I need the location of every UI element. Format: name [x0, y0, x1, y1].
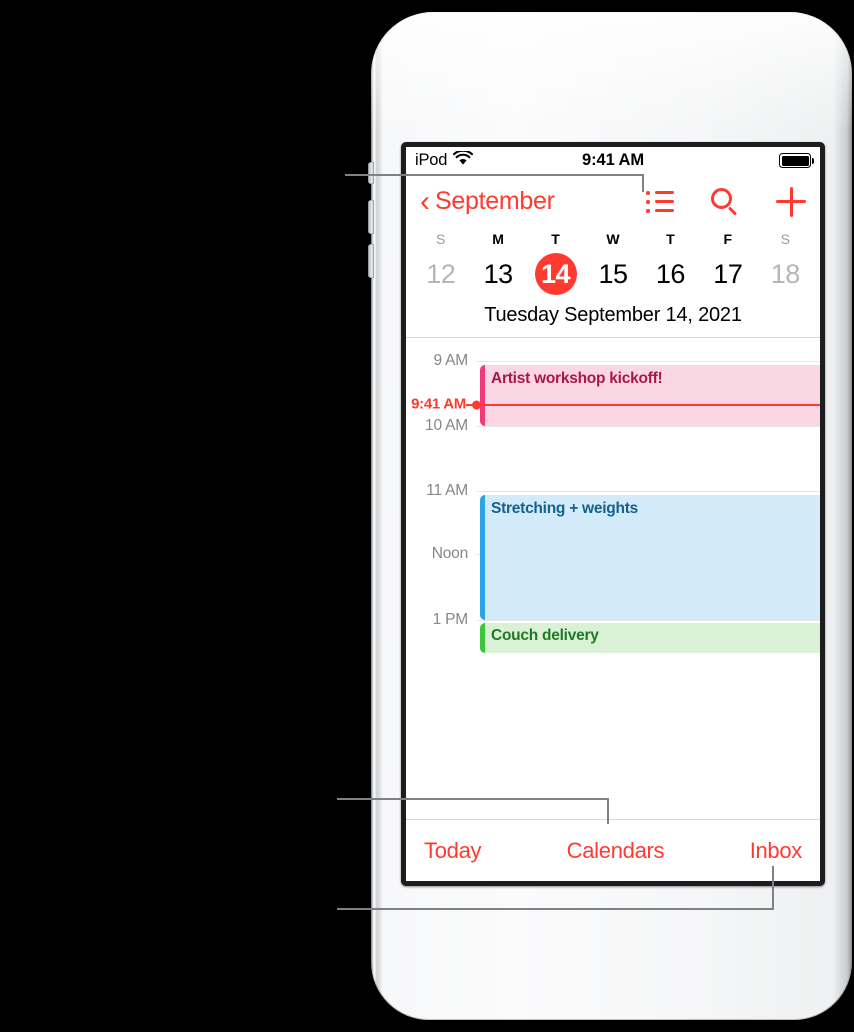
hour-label-10am: 10 AM: [425, 417, 468, 434]
callout-all-day-horizontal: [337, 798, 609, 800]
navigation-bar: ‹ September: [406, 174, 820, 229]
battery-icon: [779, 153, 814, 168]
screenshot-root: iPod 9:41 AM ‹ September S M T W T F S 1…: [0, 0, 854, 1032]
event-color-bar: [480, 495, 485, 620]
volume-down-button[interactable]: [368, 244, 374, 278]
back-button-label: September: [435, 187, 555, 215]
hour-label-1pm: 1 PM: [432, 611, 469, 628]
chevron-left-icon: ‹: [420, 184, 430, 218]
screen-bezel: iPod 9:41 AM ‹ September S M T W T F S 1…: [401, 142, 825, 886]
hour-label-2pm: 2 PM: [406, 676, 469, 678]
callout-inbox-horizontal: [337, 908, 774, 910]
callout-inbox-vertical: [772, 866, 774, 910]
inbox-button[interactable]: Inbox: [750, 838, 803, 864]
event-title: Artist workshop kickoff!: [491, 370, 663, 387]
event-title: Stretching + weights: [491, 500, 639, 517]
weekday-header-row: S M T W T F S: [406, 231, 820, 247]
mute-switch[interactable]: [368, 162, 374, 184]
event-title: Couch delivery: [491, 627, 599, 644]
date-cell-12[interactable]: 12: [412, 259, 469, 290]
event-artist-workshop[interactable]: Artist workshop kickoff!: [480, 365, 820, 426]
weekday-cell: T: [551, 231, 560, 247]
date-cell-13[interactable]: 13: [469, 259, 526, 290]
list-view-icon[interactable]: [646, 190, 674, 213]
current-time-tick: [466, 404, 473, 406]
status-bar-right: [779, 153, 814, 168]
navigation-bar-actions: [646, 186, 806, 217]
event-color-bar: [480, 365, 485, 426]
week-date-row: 12 13 14 15 16 17 18: [406, 253, 820, 295]
weekday-cell: W: [606, 231, 620, 247]
status-bar-clock: 9:41 AM: [582, 151, 644, 169]
weekday-cell: M: [492, 231, 504, 247]
date-cell-16[interactable]: 16: [642, 259, 699, 290]
weekday-cell: T: [666, 231, 675, 247]
weekday-cell: S: [780, 231, 790, 247]
current-time-label: 9:41 AM: [411, 395, 466, 413]
calendars-button[interactable]: Calendars: [567, 838, 665, 864]
plus-icon[interactable]: [776, 186, 806, 217]
date-cell-15[interactable]: 15: [584, 259, 641, 290]
current-time-dot: [472, 400, 481, 410]
search-icon[interactable]: [710, 187, 740, 217]
status-bar: iPod 9:41 AM: [406, 147, 820, 174]
volume-up-button[interactable]: [368, 200, 374, 234]
battery-fill: [781, 155, 809, 166]
bottom-toolbar: Today Calendars Inbox: [406, 819, 820, 881]
hour-label-9am: 9 AM: [433, 352, 468, 369]
weekday-cell: S: [436, 231, 446, 247]
weekday-cell: F: [723, 231, 733, 247]
selected-date-badge: 14: [534, 253, 577, 295]
day-timeline[interactable]: 9 AM 10 AM 11 AM Noon 1 PM 2 PM 3 PM Art…: [406, 338, 820, 678]
today-button[interactable]: Today: [424, 838, 482, 864]
hour-label-noon: Noon: [431, 545, 468, 562]
event-couch-delivery[interactable]: Couch delivery: [480, 623, 820, 653]
back-button[interactable]: ‹ September: [420, 184, 555, 218]
date-cell-17[interactable]: 17: [699, 259, 756, 290]
date-cell-18[interactable]: 18: [757, 259, 814, 290]
callout-list-view-vertical: [642, 174, 644, 192]
screen: iPod 9:41 AM ‹ September S M T W T F S 1…: [406, 147, 820, 881]
hour-label-11am: 11 AM: [426, 482, 468, 499]
selected-day-full-date: Tuesday September 14, 2021: [484, 304, 742, 326]
callout-all-day-vertical: [607, 798, 609, 824]
current-time-line: [476, 404, 820, 406]
date-cell-14-selected[interactable]: 14: [527, 253, 584, 295]
device-sheen: [371, 12, 852, 132]
callout-list-view-horizontal: [345, 174, 644, 176]
event-stretching-weights[interactable]: Stretching + weights: [480, 495, 820, 620]
event-color-bar: [480, 623, 485, 653]
